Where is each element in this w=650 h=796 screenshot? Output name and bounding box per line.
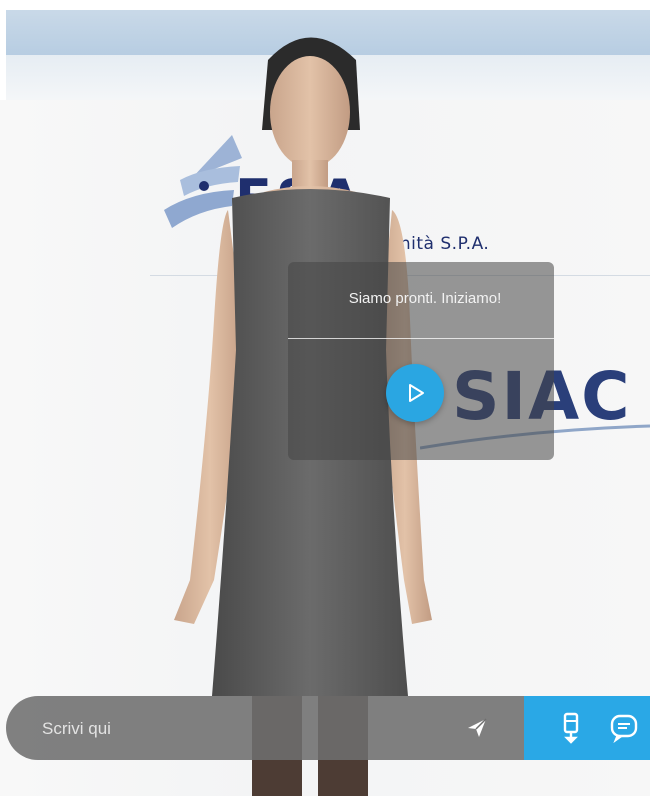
microphone-button[interactable] bbox=[556, 710, 586, 746]
send-button[interactable] bbox=[462, 713, 492, 743]
chat-input-bar bbox=[6, 696, 650, 760]
message-input[interactable] bbox=[40, 714, 444, 744]
input-container bbox=[6, 696, 524, 760]
play-icon bbox=[409, 384, 424, 402]
chat-button[interactable] bbox=[606, 710, 642, 746]
bubble-divider bbox=[288, 338, 554, 339]
send-icon bbox=[468, 718, 487, 737]
chat-icon bbox=[610, 714, 638, 743]
speech-bubble: Siamo pronti. Iniziamo! bbox=[288, 262, 554, 460]
microphone-icon bbox=[563, 712, 579, 744]
assistant-message: Siamo pronti. Iniziamo! bbox=[348, 290, 502, 307]
action-buttons bbox=[524, 696, 650, 760]
play-button[interactable] bbox=[386, 364, 444, 422]
